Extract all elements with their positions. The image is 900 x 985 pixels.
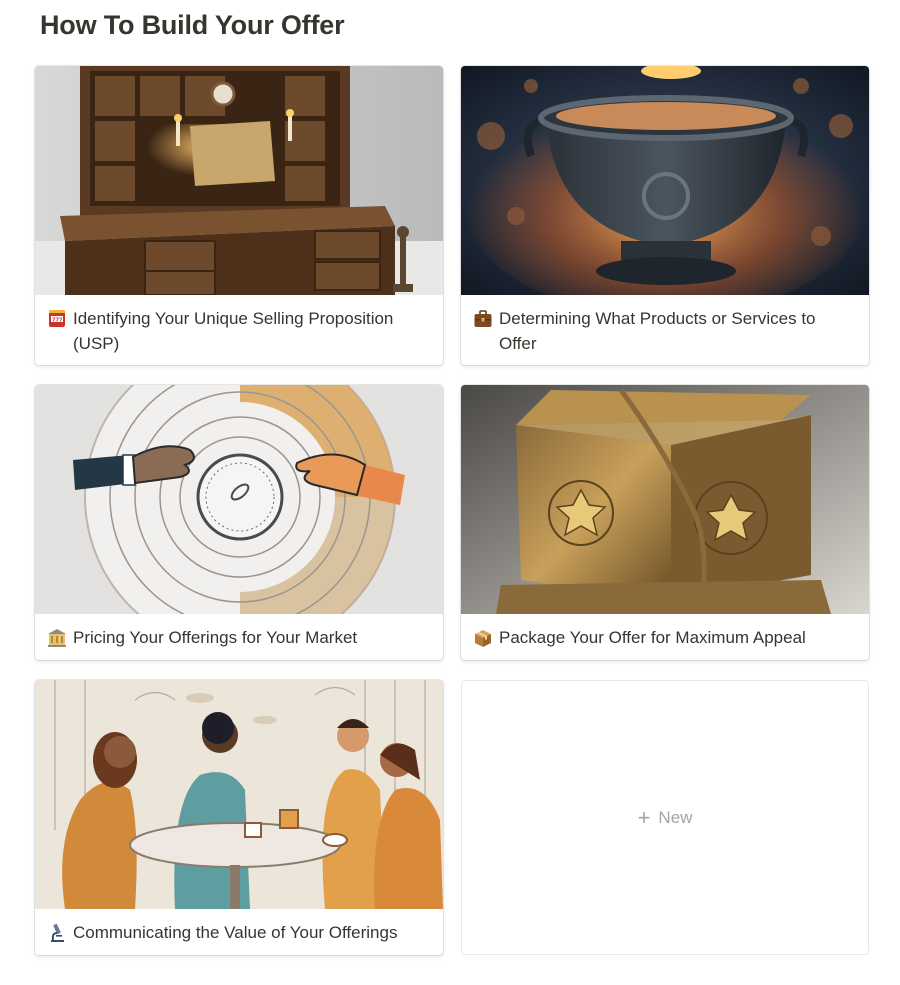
card-cover-image: [461, 66, 869, 295]
gallery-card-communicating[interactable]: Communicating the Value of Your Offering…: [35, 680, 443, 955]
briefcase-icon: [473, 306, 499, 331]
microscope-icon: [47, 920, 73, 945]
card-title-text: Pricing Your Offerings for Your Market: [73, 628, 358, 647]
svg-text:777: 777: [52, 317, 63, 323]
card-title: Package Your Offer for Maximum Appeal: [473, 625, 855, 650]
card-title-text: Determining What Products or Services to…: [499, 309, 816, 353]
plus-icon: +: [637, 804, 651, 830]
gallery-card-products[interactable]: Determining What Products or Services to…: [461, 66, 869, 365]
card-cover-image: [35, 680, 443, 909]
new-button-label: New: [658, 807, 693, 827]
card-cover-image: [35, 385, 443, 614]
card-title: Determining What Products or Services to…: [473, 306, 855, 356]
package-icon: [473, 625, 499, 650]
card-title-text: Package Your Offer for Maximum Appeal: [499, 628, 806, 647]
page-title: How To Build Your Offer: [40, 10, 345, 40]
card-title-text: Identifying Your Unique Selling Proposit…: [73, 309, 394, 353]
card-title: Communicating the Value of Your Offering…: [47, 920, 429, 945]
card-title: Pricing Your Offerings for Your Market: [47, 625, 429, 650]
gallery-card-package[interactable]: Package Your Offer for Maximum Appeal: [461, 385, 869, 660]
gallery-card-usp[interactable]: 777 Identifying Your Unique Selling Prop…: [35, 66, 443, 365]
card-title: 777 Identifying Your Unique Selling Prop…: [47, 306, 429, 356]
slot-machine-icon: 777: [47, 306, 73, 331]
card-cover-image: [461, 385, 869, 614]
card-cover-image: [35, 66, 443, 295]
card-title-text: Communicating the Value of Your Offering…: [73, 923, 398, 942]
gallery-card-pricing[interactable]: Pricing Your Offerings for Your Market: [35, 385, 443, 660]
bank-icon: [47, 625, 73, 650]
new-page-button[interactable]: + New: [461, 680, 869, 955]
